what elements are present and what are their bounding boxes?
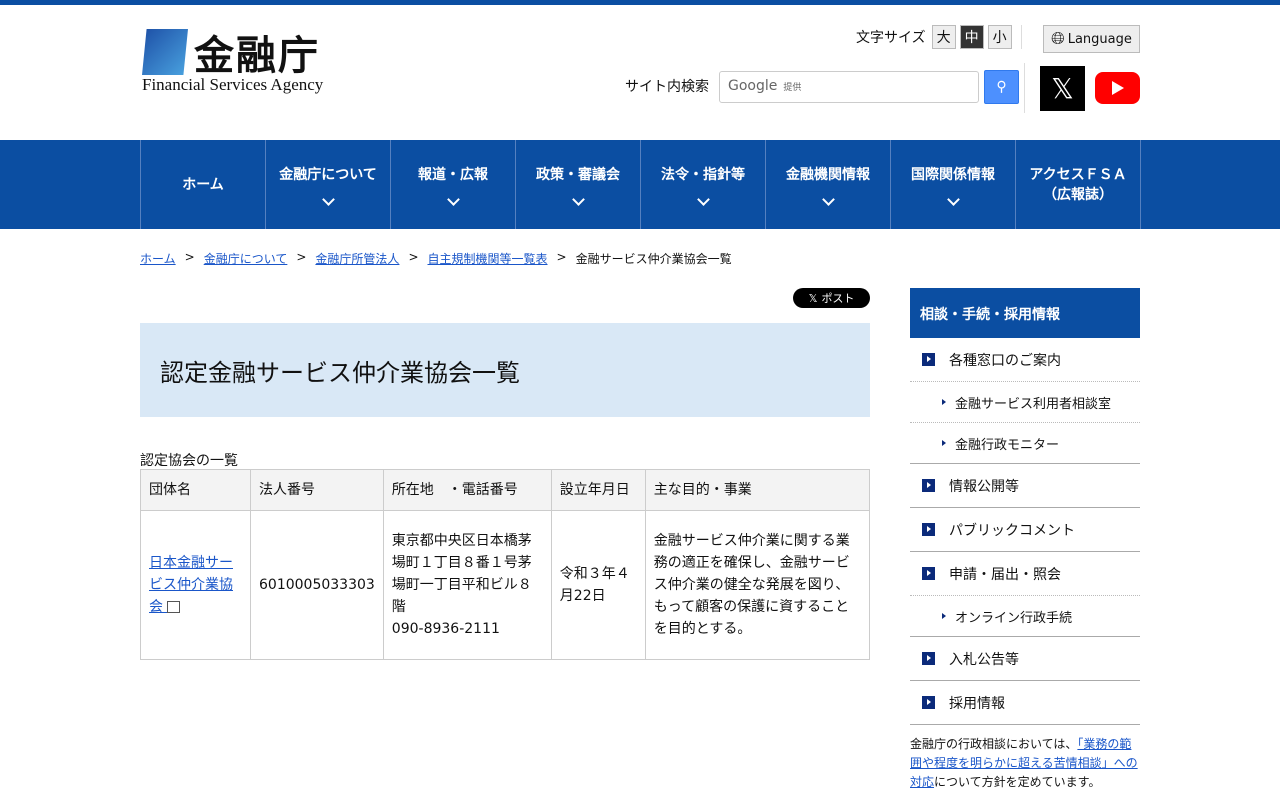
external-link-icon	[167, 601, 181, 613]
font-size-small[interactable]: 小	[987, 25, 1012, 49]
nav-international[interactable]: 国際関係情報	[891, 140, 1016, 229]
language-button[interactable]: 🌐︎ Language	[1043, 25, 1140, 53]
sidebar-subitem[interactable]: 金融サービス利用者相談室	[910, 382, 1140, 423]
divider	[1024, 63, 1025, 113]
triangle-icon	[942, 613, 946, 619]
x-post-button[interactable]: 𝕏 ポスト	[793, 288, 870, 308]
search-button[interactable]: ⚲	[984, 70, 1019, 104]
breadcrumb-link[interactable]: ホーム	[140, 250, 176, 267]
search-label: サイト内検索	[625, 79, 709, 95]
chevron-down-icon	[321, 193, 335, 206]
page-title: 認定金融サービス仲介業協会一覧	[140, 323, 870, 417]
font-size-large[interactable]: 大	[931, 25, 956, 49]
arrow-icon	[922, 567, 935, 580]
nav-laws[interactable]: 法令・指針等	[641, 140, 766, 229]
search-icon: ⚲	[996, 79, 1007, 95]
sidebar-subitem[interactable]: 金融行政モニター	[910, 423, 1140, 464]
table-caption: 認定協会の一覧	[140, 453, 238, 469]
table-row: 日本金融サービス仲介業協会 6010005033303 東京都中央区日本橋茅場町…	[140, 510, 871, 660]
association-table: 団体名 法人番号 所在地 ・電話番号 設立年月日 主な目的・事業 日本金融サービス仲介業…	[140, 469, 871, 660]
globe-icon: 🌐︎	[1051, 29, 1065, 49]
chevron-down-icon	[571, 193, 585, 206]
triangle-icon	[942, 440, 946, 446]
sidebar-item[interactable]: 採用情報	[910, 681, 1140, 725]
sidebar-item[interactable]: 申請・届出・照会	[910, 552, 1140, 596]
arrow-icon	[922, 523, 935, 536]
triangle-icon	[942, 399, 946, 405]
sidebar-item[interactable]: 各種窓口のご案内	[910, 338, 1140, 382]
arrow-icon	[922, 353, 935, 366]
global-nav: ホーム 金融庁について 報道・広報 政策・審議会 法令・指針等 金融機関情報 国…	[0, 140, 1280, 229]
sidebar: 相談・手続・採用情報 各種窓口のご案内 金融サービス利用者相談室 金融行政モニタ…	[910, 288, 1140, 792]
breadcrumb-current: 金融サービス仲介業協会一覧	[575, 252, 732, 266]
nav-about[interactable]: 金融庁について	[266, 140, 391, 229]
nav-policy[interactable]: 政策・審議会	[516, 140, 641, 229]
breadcrumb-link[interactable]: 金融庁所管法人	[315, 250, 399, 267]
x-twitter-icon[interactable]: 𝕏	[1040, 66, 1085, 111]
breadcrumb-link[interactable]: 自主規制機関等一覧表	[428, 250, 548, 267]
arrow-icon	[922, 696, 935, 709]
sidebar-item[interactable]: 入札公告等	[910, 637, 1140, 681]
breadcrumb: ホーム > 金融庁について > 金融庁所管法人 > 自主規制機関等一覧表 > 金融サービ…	[140, 250, 732, 267]
association-link[interactable]: 日本金融サービス仲介業協会	[149, 555, 233, 615]
sidebar-title: 相談・手続・採用情報	[910, 288, 1140, 338]
nav-institutions[interactable]: 金融機関情報	[766, 140, 891, 229]
chevron-down-icon	[696, 193, 710, 206]
search-input[interactable]: Google 提供	[719, 71, 979, 103]
logo-mark-icon	[142, 29, 188, 75]
font-size-medium[interactable]: 中	[959, 25, 984, 49]
sidebar-subitem[interactable]: オンライン行政手続	[910, 596, 1140, 637]
arrow-icon	[922, 652, 935, 665]
nav-access-fsa[interactable]: アクセスＦＳＡ （広報誌）	[1016, 140, 1141, 229]
nav-home[interactable]: ホーム	[141, 140, 266, 229]
font-size-switcher: 文字サイズ 大 中 小	[856, 25, 1012, 49]
youtube-icon[interactable]	[1095, 72, 1140, 104]
chevron-down-icon	[821, 193, 835, 206]
divider	[1021, 25, 1022, 49]
font-size-label: 文字サイズ	[856, 30, 926, 46]
breadcrumb-link[interactable]: 金融庁について	[204, 250, 288, 267]
arrow-icon	[922, 479, 935, 492]
chevron-down-icon	[946, 193, 960, 206]
sidebar-item[interactable]: パブリックコメント	[910, 508, 1140, 552]
consultation-note: 金融庁の行政相談においては、「業務の範囲や程度を明らかに超える苦情相談」への対応…	[910, 737, 1138, 789]
nav-press[interactable]: 報道・広報	[391, 140, 516, 229]
sidebar-item[interactable]: 情報公開等	[910, 464, 1140, 508]
fsa-logo[interactable]: 金融庁 Financial Services Agency	[142, 25, 334, 97]
chevron-down-icon	[446, 193, 460, 206]
